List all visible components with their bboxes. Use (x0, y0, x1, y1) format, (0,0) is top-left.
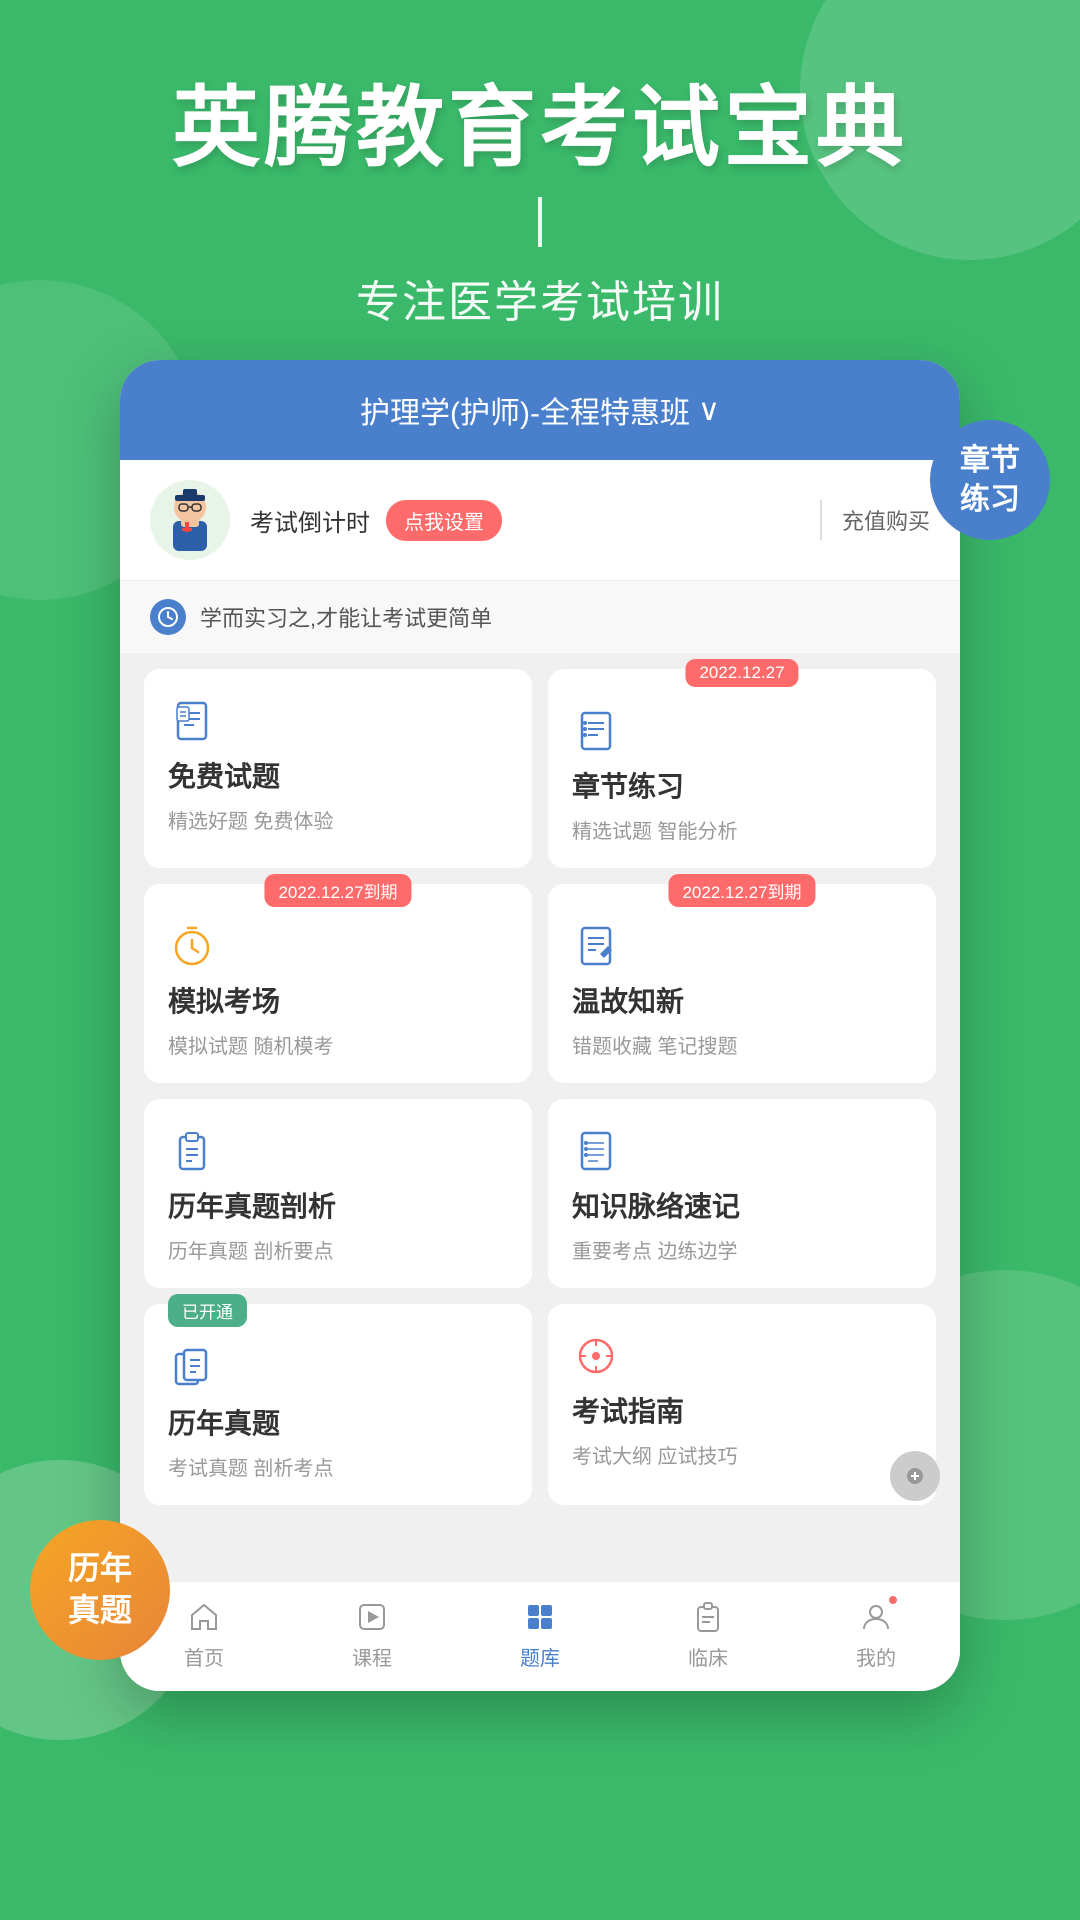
nav-label-home: 首页 (184, 1642, 224, 1671)
vertical-divider (820, 500, 822, 540)
hero-section: 英腾教育考试宝典 专注医学考试培训 (0, 0, 1080, 330)
document-icon (168, 697, 216, 745)
nav-label-mine: 我的 (856, 1642, 896, 1671)
feature-desc-mock: 模拟试题 随机模考 (168, 1030, 508, 1059)
hero-title: 英腾教育考试宝典 (0, 80, 1080, 177)
feature-card-chapter[interactable]: 2022.12.27 章节练习 精选 (548, 669, 936, 868)
true-questions-badge: 已开通 (168, 1294, 247, 1327)
scroll-button[interactable] (890, 1451, 940, 1501)
motto-text: 学而实习之,才能让考试更简单 (200, 601, 492, 633)
nav-item-questions[interactable]: 题库 (520, 1598, 560, 1671)
clock-icon (150, 599, 186, 635)
feature-desc-review: 错题收藏 笔记搜题 (572, 1030, 912, 1059)
file-icon (168, 1344, 216, 1392)
feature-name-free: 免费试题 (168, 755, 508, 795)
nav-item-mine[interactable]: 我的 (856, 1598, 896, 1671)
dropdown-arrow-icon: ∨ (698, 393, 720, 428)
feature-card-knowledge[interactable]: 知识脉络速记 重要考点 边练边学 (548, 1099, 936, 1288)
feature-name-chapter: 章节练习 (572, 765, 912, 805)
feature-name-past-analysis: 历年真题剖析 (168, 1185, 508, 1225)
clipboard-nav-icon (689, 1598, 727, 1636)
feature-grid: 免费试题 精选好题 免费体验 2022.12.27 (120, 653, 960, 1521)
knowledge-icon (572, 1127, 620, 1175)
home-icon (185, 1598, 223, 1636)
user-bar: 考试倒计时 点我设置 充值购买 (120, 460, 960, 581)
countdown-set-button[interactable]: 点我设置 (386, 500, 502, 541)
hero-subtitle: 专注医学考试培训 (0, 266, 1080, 330)
app-screen: 护理学(护师)-全程特惠班 ∨ (120, 360, 960, 1691)
hero-divider (538, 197, 542, 247)
feature-card-free-questions[interactable]: 免费试题 精选好题 免费体验 (144, 669, 532, 868)
play-icon (353, 1598, 391, 1636)
avatar (150, 480, 230, 560)
feature-desc-chapter: 精选试题 智能分析 (572, 815, 912, 844)
feature-card-past-analysis[interactable]: 历年真题剖析 历年真题 剖析要点 (144, 1099, 532, 1288)
recharge-button[interactable]: 充值购买 (842, 504, 930, 536)
floating-badge-history: 历年真题 (30, 1520, 170, 1660)
nav-item-clinic[interactable]: 临床 (688, 1598, 728, 1671)
floating-badge-chapter: 章节练习 (930, 420, 1050, 540)
nav-item-home[interactable]: 首页 (184, 1598, 224, 1671)
compass-icon (572, 1332, 620, 1380)
feature-desc-knowledge: 重要考点 边练边学 (572, 1235, 912, 1264)
feature-card-guide[interactable]: 考试指南 考试大纲 应试技巧 (548, 1304, 936, 1505)
avatar-image (150, 480, 230, 560)
chapter-badge: 2022.12.27 (685, 659, 798, 687)
motto-bar: 学而实习之,才能让考试更简单 (120, 581, 960, 653)
feature-name-review: 温故知新 (572, 980, 912, 1020)
clipboard-icon (168, 1127, 216, 1175)
bottom-navigation: 首页 课程 (120, 1581, 960, 1691)
app-header[interactable]: 护理学(护师)-全程特惠班 ∨ (120, 360, 960, 460)
device-mockup: 护理学(护师)-全程特惠班 ∨ (120, 360, 960, 1691)
note-icon (572, 922, 620, 970)
feature-name-true-questions: 历年真题 (168, 1402, 508, 1442)
feature-desc-true-questions: 考试真题 剖析考点 (168, 1452, 508, 1481)
mock-badge: 2022.12.27到期 (264, 874, 411, 907)
feature-desc-past-analysis: 历年真题 剖析要点 (168, 1235, 508, 1264)
nav-label-questions: 题库 (520, 1642, 560, 1671)
list-icon (572, 707, 620, 755)
feature-desc-free: 精选好题 免费体验 (168, 805, 508, 834)
nav-label-clinic: 临床 (688, 1642, 728, 1671)
feature-desc-guide: 考试大纲 应试技巧 (572, 1440, 912, 1469)
feature-card-true-questions[interactable]: 已开通 历年真题 考试真题 剖析考点 (144, 1304, 532, 1505)
countdown-label: 考试倒计时 (250, 503, 370, 538)
nav-item-course[interactable]: 课程 (352, 1598, 392, 1671)
feature-card-mock[interactable]: 2022.12.27到期 模拟考场 模拟试题 随机模考 (144, 884, 532, 1083)
user-icon (857, 1598, 895, 1636)
feature-card-review[interactable]: 2022.12.27到期 温故知新 错题收藏 笔记搜题 (548, 884, 936, 1083)
feature-name-mock: 模拟考场 (168, 980, 508, 1020)
grid-icon (521, 1598, 559, 1636)
countdown-section: 考试倒计时 点我设置 (250, 500, 800, 541)
review-badge: 2022.12.27到期 (668, 874, 815, 907)
course-selector-label: 护理学(护师)-全程特惠班 (360, 388, 690, 432)
nav-label-course: 课程 (352, 1642, 392, 1671)
mock-clock-icon (168, 922, 216, 970)
feature-name-guide: 考试指南 (572, 1390, 912, 1430)
feature-name-knowledge: 知识脉络速记 (572, 1185, 912, 1225)
